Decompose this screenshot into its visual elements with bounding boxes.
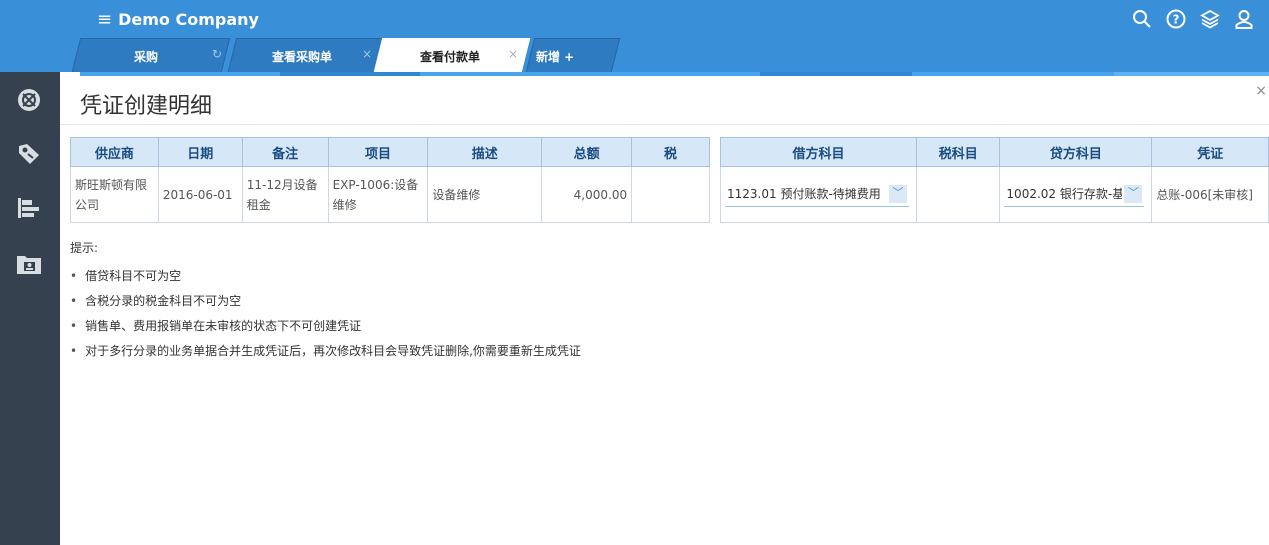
table-row: 1123.01 预付账款-待摊费用 ﹀ 1002.02 银行存款-基 ﹀ 总账-… (720, 166, 1269, 223)
cell-debit: 1123.01 预付账款-待摊费用 ﹀ (720, 166, 917, 223)
svg-text:?: ? (1173, 13, 1180, 27)
cell-description: 设备维修 (427, 166, 543, 223)
list-item: 销售单、费用报销单在未审核的状态下不可创建凭证 (70, 316, 581, 341)
cell-date: 2016-06-01 (157, 166, 243, 223)
company-name: Demo Company (118, 10, 259, 29)
chevron-down-icon[interactable]: ﹀ (1124, 185, 1143, 203)
tag-icon[interactable] (15, 140, 43, 168)
top-bar: ≡ Demo Company ? 采购 ↻ 查看采购单 × 查看付款单 × 新增… (0, 0, 1269, 72)
chevron-down-icon[interactable]: ﹀ (889, 185, 907, 203)
divider (60, 124, 1269, 125)
debit-account-value: 1123.01 预付账款-待摊费用 (727, 187, 881, 201)
col-supplier: 供应商 (70, 137, 159, 167)
cell-voucher[interactable]: 总账-006[未审核] (1151, 166, 1269, 223)
close-page-icon[interactable]: × (1255, 83, 1267, 99)
cell-remark: 11-12月设备租金 (241, 166, 329, 223)
cell-supplier: 斯旺斯顿有限公司 (70, 166, 159, 223)
cell-total: 4,000.00 (541, 166, 633, 223)
tab-new[interactable]: 新增 + (525, 38, 621, 72)
col-debit: 借方科目 (720, 137, 917, 167)
search-icon[interactable] (1131, 8, 1153, 30)
tab-label: 查看付款单 (420, 50, 481, 64)
col-tax: 税 (631, 137, 710, 167)
tab-label: 查看采购单 (272, 50, 333, 64)
credit-account-value: 1002.02 银行存款-基 (1006, 187, 1123, 201)
tips-title: 提示: (70, 241, 99, 255)
menu-icon[interactable]: ≡ (97, 9, 112, 30)
tab-view-purchase-order[interactable]: 查看采购单 × (227, 38, 387, 72)
report-icon[interactable] (15, 194, 43, 222)
col-date: 日期 (157, 137, 243, 167)
source-table: 供应商 日期 备注 项目 描述 总额 税 斯旺斯顿有限公司 2016-06-01… (70, 137, 710, 223)
col-voucher: 凭证 (1151, 137, 1269, 167)
user-icon[interactable] (1233, 8, 1255, 30)
tab-label: 采购 (134, 50, 159, 64)
credit-account-select[interactable]: 1002.02 银行存款-基 ﹀ (1004, 183, 1145, 207)
col-credit: 贷方科目 (999, 137, 1153, 167)
col-total: 总额 (541, 137, 633, 167)
list-item: 借贷科目不可为空 (70, 266, 581, 291)
main-content: 凭证创建明细 × 供应商 日期 备注 项目 描述 总额 税 斯旺斯顿有限公司 2… (60, 76, 1269, 545)
list-item: 含税分录的税金科目不可为空 (70, 291, 581, 316)
brand[interactable]: ≡ Demo Company (97, 9, 259, 30)
col-remark: 备注 (241, 137, 329, 167)
cell-tax-account[interactable] (915, 166, 1001, 223)
layers-icon[interactable] (1199, 8, 1221, 30)
cell-tax (631, 166, 710, 223)
list-item: 对于多行分录的业务单据合并生成凭证后，再次修改科目会导致凭证删除,你需要重新生成… (70, 341, 581, 366)
tips-list: 借贷科目不可为空 含税分录的税金科目不可为空 销售单、费用报销单在未审核的状态下… (70, 266, 581, 366)
tab-view-payment[interactable]: 查看付款单 × (373, 38, 531, 72)
top-icons: ? (1131, 8, 1255, 30)
tab-label: 新增 + (536, 50, 575, 64)
settings-icon[interactable] (15, 86, 43, 114)
cell-credit: 1002.02 银行存款-基 ﹀ (999, 166, 1153, 223)
help-icon[interactable]: ? (1165, 8, 1187, 30)
col-tax-account: 税科目 (915, 137, 1001, 167)
tab-bar: 采购 ↻ 查看采购单 × 查看付款单 × 新增 + (71, 38, 636, 72)
tab-purchase[interactable]: 采购 ↻ (71, 38, 231, 72)
debit-account-select[interactable]: 1123.01 预付账款-待摊费用 ﹀ (725, 183, 909, 207)
table-row: 斯旺斯顿有限公司 2016-06-01 11-12月设备租金 EXP-1006:… (70, 166, 710, 223)
page-title: 凭证创建明细 (80, 94, 213, 119)
refresh-icon[interactable]: ↻ (212, 47, 222, 61)
folder-icon[interactable] (15, 250, 43, 278)
tips-panel: 提示: 借贷科目不可为空 含税分录的税金科目不可为空 销售单、费用报销单在未审核… (70, 239, 581, 366)
close-icon[interactable]: × (508, 47, 518, 61)
col-project: 项目 (327, 137, 429, 167)
close-icon[interactable]: × (362, 47, 372, 61)
cell-project: EXP-1006:设备维修 (327, 166, 429, 223)
voucher-table: 借方科目 税科目 贷方科目 凭证 1123.01 预付账款-待摊费用 ﹀ 100… (720, 137, 1269, 223)
sidebar (0, 72, 60, 545)
col-description: 描述 (427, 137, 543, 167)
